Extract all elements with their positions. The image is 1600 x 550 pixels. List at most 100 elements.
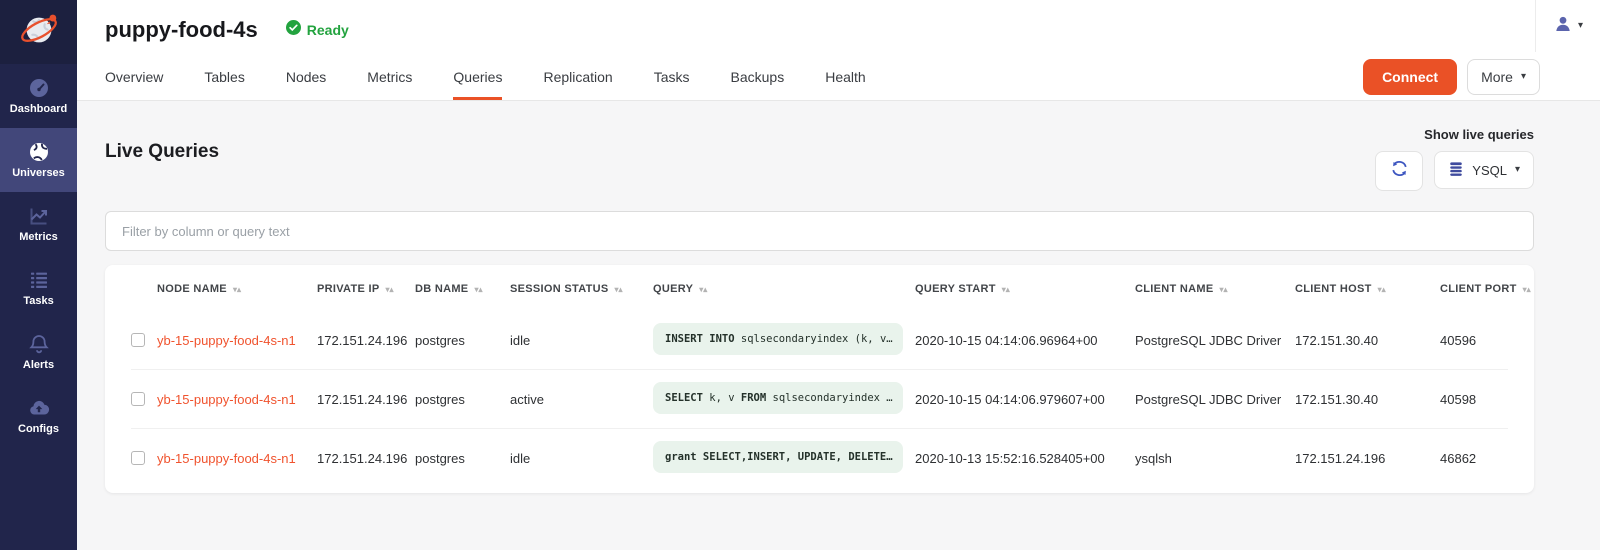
col-header-db-name[interactable]: DB NAME▾▴ (415, 283, 510, 295)
query-cell: grant SELECT,INSERT, UPDATE, DELETE… (653, 441, 915, 476)
query-filter-input[interactable] (105, 211, 1534, 251)
chevron-down-icon: ▾ (1515, 165, 1520, 175)
table-body: yb-15-puppy-food-4s-n1172.151.24.196post… (131, 311, 1508, 487)
client-port-cell: 46862 (1440, 451, 1508, 466)
client-port-cell: 40598 (1440, 392, 1508, 407)
toolbar-buttons: YSQL ▾ (1375, 151, 1534, 191)
user-avatar-icon (1553, 14, 1573, 39)
client-host-cell: 172.151.24.196 (1295, 451, 1440, 466)
col-header-client-name[interactable]: CLIENT NAME▾▴ (1135, 283, 1295, 295)
sidebar-item-metrics[interactable]: Metrics (0, 192, 77, 256)
row-select-cell (131, 392, 157, 406)
col-header-label: CLIENT PORT (1440, 283, 1517, 295)
col-header-label: CLIENT NAME (1135, 283, 1213, 295)
tab-nodes[interactable]: Nodes (286, 54, 326, 100)
tab-metrics[interactable]: Metrics (367, 54, 412, 100)
yugabyte-logo-icon (18, 9, 60, 56)
col-header-label: SESSION STATUS (510, 283, 609, 295)
row-checkbox[interactable] (131, 333, 145, 347)
sort-arrows-icon: ▾▴ (699, 285, 707, 294)
node-name-cell: yb-15-puppy-food-4s-n1 (157, 392, 317, 407)
universe-tabs: Overview Tables Nodes Metrics Queries Replica… (105, 54, 866, 100)
col-header-session-status[interactable]: SESSION STATUS ▾▴ (510, 283, 653, 295)
sidebar-item-configs[interactable]: Configs (0, 384, 77, 448)
tab-tables[interactable]: Tables (204, 54, 244, 100)
col-header-label: QUERY (653, 283, 693, 295)
tab-tasks[interactable]: Tasks (654, 54, 690, 100)
sidebar-item-label: Alerts (23, 360, 54, 371)
col-header-client-port[interactable]: CLIENT PORT▾▴ (1440, 283, 1531, 295)
private-ip-cell: 172.151.24.196 (317, 451, 415, 466)
node-link[interactable]: yb-15-puppy-food-4s-n1 (157, 333, 296, 348)
query-text-chip[interactable]: SELECT k, v FROM sqlsecondaryindex … (653, 382, 903, 414)
sidebar-item-label: Dashboard (10, 104, 67, 115)
connect-button[interactable]: Connect (1363, 59, 1457, 95)
col-header-query-start[interactable]: QUERY START ▾▴ (915, 283, 1135, 295)
query-start-cell: 2020-10-15 04:14:06.96964+00 (915, 333, 1135, 348)
col-header-label: QUERY START (915, 283, 996, 295)
col-header-query[interactable]: QUERY ▾▴ (653, 283, 915, 295)
col-header-label: CLIENT HOST (1295, 283, 1372, 295)
universe-title: puppy-food-4s (105, 17, 258, 43)
tab-replication[interactable]: Replication (543, 54, 612, 100)
live-queries-panel: Live Queries Show live queries (77, 101, 1600, 550)
panel-toolbar: Live Queries Show live queries (105, 127, 1534, 191)
more-button[interactable]: More ▾ (1467, 59, 1540, 95)
sidebar-item-alerts[interactable]: Alerts (0, 320, 77, 384)
db-name-cell: postgres (415, 392, 510, 407)
db-name-cell: postgres (415, 451, 510, 466)
show-live-queries-label: Show live queries (1424, 127, 1534, 142)
session-status-cell: idle (510, 451, 653, 466)
private-ip-cell: 172.151.24.196 (317, 333, 415, 348)
query-start-cell: 2020-10-15 04:14:06.979607+00 (915, 392, 1135, 407)
check-circle-icon (286, 20, 301, 40)
user-menu[interactable]: ▾ (1535, 0, 1600, 52)
query-text-chip[interactable]: INSERT INTO sqlsecondaryindex (k, v… (653, 323, 903, 355)
query-cell: SELECT k, v FROM sqlsecondaryindex … (653, 382, 915, 417)
col-header-label: PRIVATE IP (317, 283, 380, 295)
chevron-down-icon: ▾ (1521, 72, 1526, 82)
app-logo[interactable] (0, 0, 77, 64)
node-link[interactable]: yb-15-puppy-food-4s-n1 (157, 392, 296, 407)
sort-arrows-icon: ▾▴ (615, 285, 623, 294)
sort-arrows-icon: ▾▴ (474, 285, 482, 294)
client-host-cell: 172.151.30.40 (1295, 392, 1440, 407)
row-checkbox[interactable] (131, 392, 145, 406)
col-header-node-name[interactable]: NODE NAME▾▴ (157, 283, 317, 295)
sort-arrows-icon: ▾▴ (1378, 285, 1386, 294)
refresh-button[interactable] (1375, 151, 1423, 191)
tab-backups[interactable]: Backups (731, 54, 785, 100)
api-selector-dropdown[interactable]: YSQL ▾ (1434, 151, 1534, 189)
tab-health[interactable]: Health (825, 54, 865, 100)
dashboard-icon (28, 77, 50, 99)
node-link[interactable]: yb-15-puppy-food-4s-n1 (157, 451, 296, 466)
col-header-client-host[interactable]: CLIENT HOST ▾▴ (1295, 283, 1440, 295)
queries-table-card: NODE NAME▾▴PRIVATE IP▾▴DB NAME▾▴SESSION … (105, 265, 1534, 493)
header-actions: Connect More ▾ (1363, 54, 1540, 100)
refresh-icon (1390, 159, 1409, 183)
chevron-down-icon: ▾ (1578, 21, 1583, 31)
sidebar-nav: Dashboard Universes Metrics Tasks Alerts Conf… (0, 64, 77, 448)
database-icon (1448, 161, 1464, 180)
node-name-cell: yb-15-puppy-food-4s-n1 (157, 333, 317, 348)
row-checkbox[interactable] (131, 451, 145, 465)
status-label: Ready (307, 22, 349, 38)
query-text-chip[interactable]: grant SELECT,INSERT, UPDATE, DELETE… (653, 441, 903, 473)
sidebar-item-label: Tasks (23, 296, 53, 307)
sidebar-item-universes[interactable]: Universes (0, 128, 77, 192)
tab-queries[interactable]: Queries (453, 54, 502, 100)
universes-icon (28, 141, 50, 163)
row-select-cell (131, 451, 157, 465)
tab-overview[interactable]: Overview (105, 54, 163, 100)
table-header-row: NODE NAME▾▴PRIVATE IP▾▴DB NAME▾▴SESSION … (131, 267, 1508, 311)
client-name-cell: PostgreSQL JDBC Driver (1135, 333, 1295, 348)
row-select-cell (131, 333, 157, 347)
api-selector-value: YSQL (1472, 163, 1507, 178)
sidebar-item-label: Universes (12, 168, 65, 179)
sort-arrows-icon: ▾▴ (1002, 285, 1010, 294)
sidebar-item-tasks[interactable]: Tasks (0, 256, 77, 320)
col-header-private-ip[interactable]: PRIVATE IP▾▴ (317, 283, 415, 295)
sidebar: Dashboard Universes Metrics Tasks Alerts Conf… (0, 0, 77, 550)
query-start-cell: 2020-10-13 15:52:16.528405+00 (915, 451, 1135, 466)
sidebar-item-dashboard[interactable]: Dashboard (0, 64, 77, 128)
